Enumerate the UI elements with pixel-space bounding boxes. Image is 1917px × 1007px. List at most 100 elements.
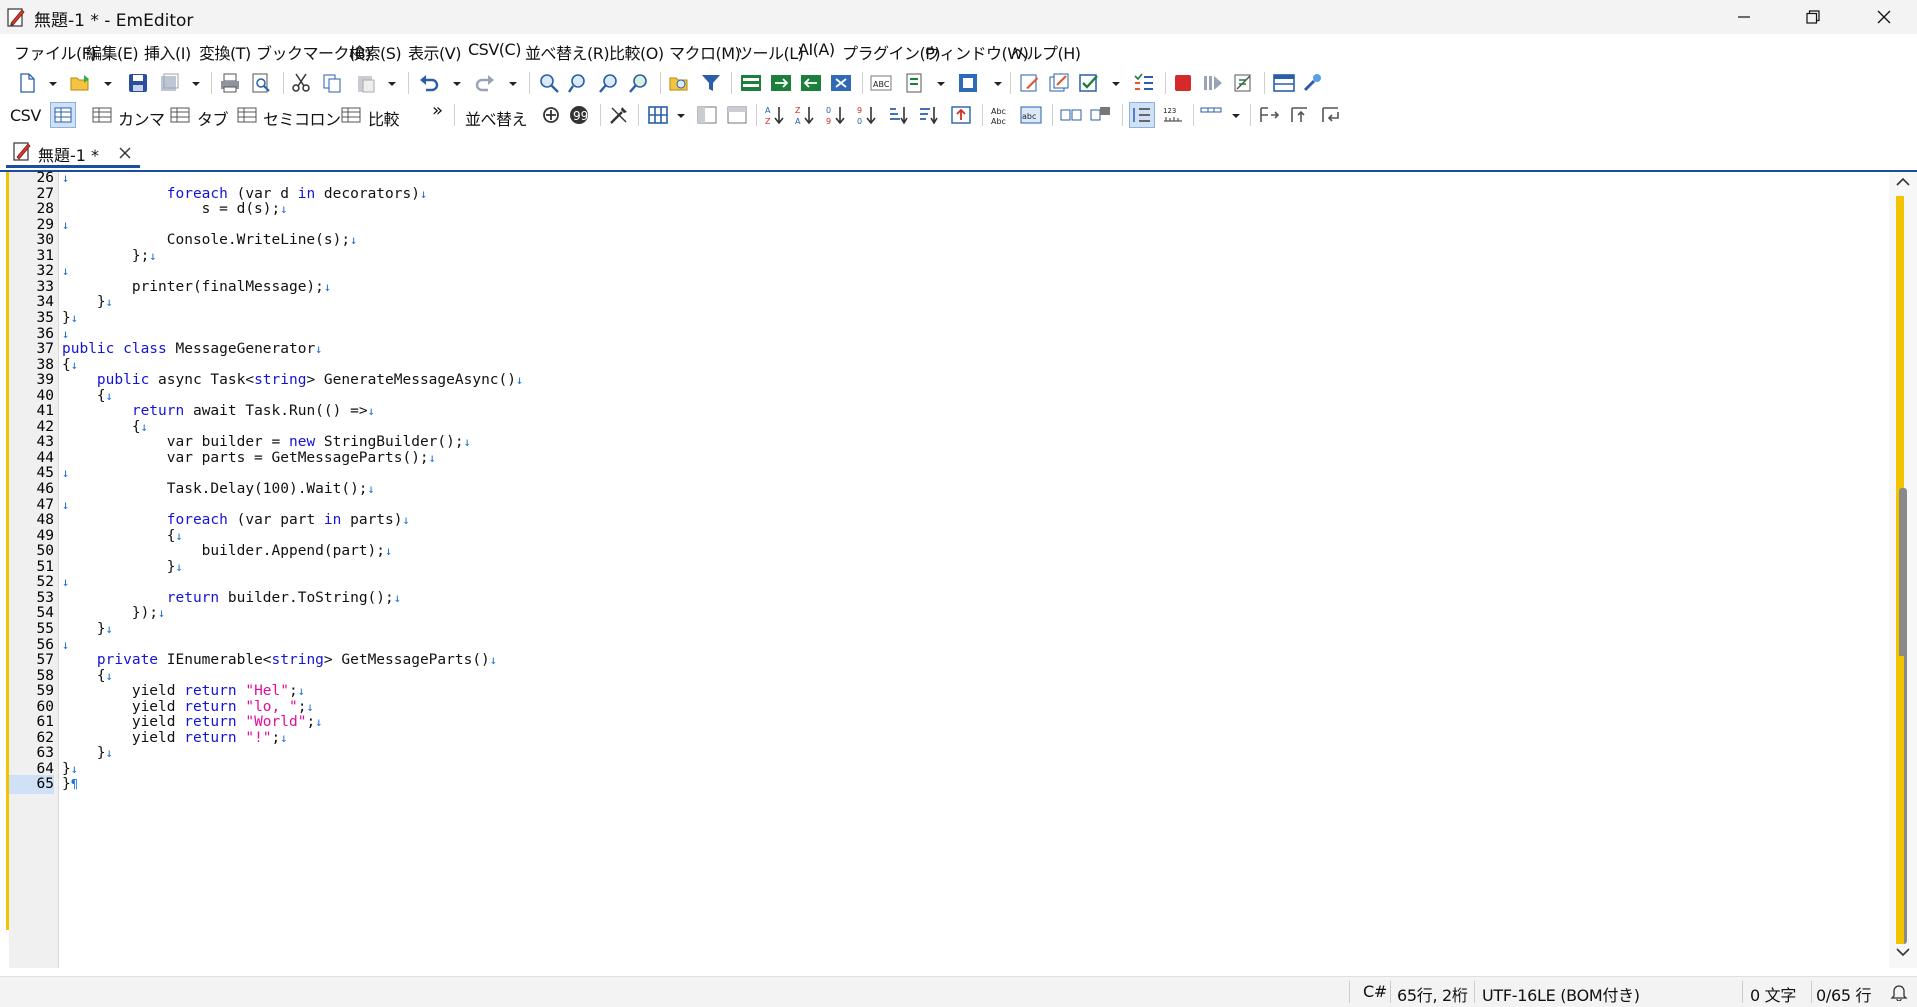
wrap-mode-icon[interactable] (1200, 104, 1222, 126)
menu-item[interactable]: AI(A) (798, 40, 835, 59)
line-numbers-toggle[interactable] (1129, 102, 1155, 128)
undo-icon[interactable] (418, 72, 440, 94)
sort-length-desc-icon[interactable] (918, 104, 940, 126)
edit-macro-icon[interactable] (1018, 72, 1040, 94)
bookmark-next-icon[interactable] (770, 72, 792, 94)
menu-item[interactable]: ヘルプ(H) (1011, 40, 1081, 64)
close-tab-icon[interactable] (118, 146, 132, 160)
no-wrap-icon[interactable] (1258, 104, 1280, 126)
code-line[interactable]: };↓ (62, 247, 157, 266)
toolbar-overflow-button[interactable]: » (432, 100, 443, 121)
freeze-columns-icon[interactable] (696, 104, 718, 126)
print-icon[interactable] (219, 72, 241, 94)
code-line[interactable]: public class MessageGenerator↓ (62, 340, 322, 359)
snippets-icon[interactable] (903, 72, 925, 94)
chevron-down-icon[interactable] (1111, 72, 1121, 94)
csv-comma-button[interactable]: カンマ (118, 106, 165, 130)
menu-item[interactable]: 表示(V) (408, 40, 461, 64)
bookmark-clear-icon[interactable] (830, 72, 852, 94)
redo-icon[interactable] (474, 72, 496, 94)
run-macro-icon[interactable] (1202, 72, 1224, 94)
notification-bell-icon[interactable] (1890, 983, 1908, 1001)
wrap-by-window-icon[interactable] (1320, 104, 1342, 126)
code-line[interactable]: public async Task<string> GenerateMessag… (62, 371, 523, 390)
status-language[interactable]: C# (1363, 982, 1387, 1001)
ignore-case-icon[interactable]: abc (1020, 104, 1042, 126)
code-line[interactable]: var parts = GetMessageParts();↓ (62, 449, 436, 468)
code-line[interactable]: private IEnumerable<string> GetMessagePa… (62, 651, 497, 670)
menu-item[interactable]: 変換(T) (199, 40, 251, 64)
replace-icon[interactable] (628, 72, 650, 94)
save-icon[interactable] (127, 72, 149, 94)
reverse-order-icon[interactable] (950, 104, 972, 126)
sort-90-icon[interactable]: 90 (856, 104, 878, 126)
menu-item[interactable]: 比較(O) (609, 40, 664, 64)
sort-09-icon[interactable]: 09 (825, 104, 847, 126)
code-line[interactable]: s = d(s);↓ (62, 200, 288, 219)
paste-icon[interactable] (355, 72, 377, 94)
ruler-icon[interactable]: 123 (1162, 104, 1184, 126)
bookmark-previous-icon[interactable] (800, 72, 822, 94)
customize-macros-icon[interactable] (1048, 72, 1070, 94)
case-sensitive-icon[interactable]: AbcAbc (990, 104, 1012, 126)
code-line[interactable]: }¶ (62, 775, 78, 794)
freeze-rows-icon[interactable] (726, 104, 748, 126)
find-icon[interactable] (538, 72, 560, 94)
column-layout-icon[interactable] (647, 104, 669, 126)
save-all-icon[interactable] (158, 72, 180, 94)
csv-compare-button[interactable]: 比較 (368, 106, 400, 130)
list-macros-icon[interactable] (1133, 72, 1155, 94)
menu-item[interactable]: ファイル(F) (14, 40, 97, 64)
find-in-files-icon[interactable] (668, 72, 690, 94)
copy-icon[interactable] (321, 72, 343, 94)
sort-az-icon[interactable]: AZ (764, 104, 786, 126)
menu-item[interactable]: 並べ替え(R) (525, 40, 610, 64)
scroll-down-icon[interactable] (1895, 946, 1911, 958)
csv-tab-button[interactable]: タブ (197, 106, 229, 130)
status-cursor-position[interactable]: 65行, 2桁 (1397, 982, 1468, 1006)
menu-item[interactable]: CSV(C) (468, 40, 521, 59)
open-folder-icon[interactable] (69, 72, 91, 94)
macro-options-icon[interactable] (1232, 72, 1254, 94)
wrench-icon[interactable] (608, 104, 630, 126)
csv-normal-mode-button[interactable] (50, 102, 76, 128)
wrap-by-chars-icon[interactable] (1289, 104, 1311, 126)
minimize-button[interactable] (1712, 0, 1776, 34)
code-line[interactable]: Task.Delay(100).Wait();↓ (62, 480, 375, 499)
filter-icon[interactable] (700, 72, 722, 94)
code-line[interactable]: }↓ (62, 558, 183, 577)
csv-semicolon-button[interactable]: セミコロン (263, 106, 341, 130)
quote-icon[interactable]: 99 (568, 104, 590, 126)
menu-item[interactable]: 挿入(I) (144, 40, 191, 64)
sort-length-asc-icon[interactable] (888, 104, 910, 126)
vertical-scrollbar[interactable] (1889, 172, 1917, 968)
chevron-down-icon[interactable] (936, 72, 946, 94)
split-window-icon[interactable] (1273, 72, 1295, 94)
menu-item[interactable]: ツール(L) (737, 40, 804, 64)
menu-item[interactable]: 検索(S) (349, 40, 402, 64)
text-editor[interactable]: 26 27 28 29 30 31 32 33 34 35 36 37 38 39 40 41 42 43 44 45… (0, 170, 1917, 968)
sort-za-icon[interactable]: ZA (794, 104, 816, 126)
chevron-down-icon[interactable] (993, 72, 1003, 94)
print-preview-icon[interactable] (250, 72, 272, 94)
chevron-down-icon[interactable] (191, 72, 201, 94)
code-line[interactable]: }↓ (62, 620, 113, 639)
chevron-down-icon[interactable] (452, 72, 462, 94)
bookmark-toggle-icon[interactable] (740, 72, 762, 94)
find-previous-icon[interactable] (598, 72, 620, 94)
new-file-icon[interactable] (16, 72, 38, 94)
menu-item[interactable]: 編集(E) (86, 40, 139, 64)
menu-item[interactable]: マクロ(M) (669, 40, 741, 64)
find-next-icon[interactable] (568, 72, 590, 94)
cut-icon[interactable] (290, 72, 312, 94)
chevron-down-icon[interactable] (1231, 104, 1241, 126)
chevron-down-icon[interactable] (676, 104, 686, 126)
macro-select-icon[interactable] (957, 72, 979, 94)
stop-recording-icon[interactable] (1172, 72, 1194, 94)
checkbox-macro-icon[interactable] (1078, 72, 1100, 94)
chevron-down-icon[interactable] (103, 72, 113, 94)
plugin-tool-icon[interactable] (1302, 72, 1324, 94)
chevron-down-icon[interactable] (508, 72, 518, 94)
chevron-down-icon[interactable] (387, 72, 397, 94)
status-encoding[interactable]: UTF-16LE (BOM付き) (1482, 982, 1640, 1006)
